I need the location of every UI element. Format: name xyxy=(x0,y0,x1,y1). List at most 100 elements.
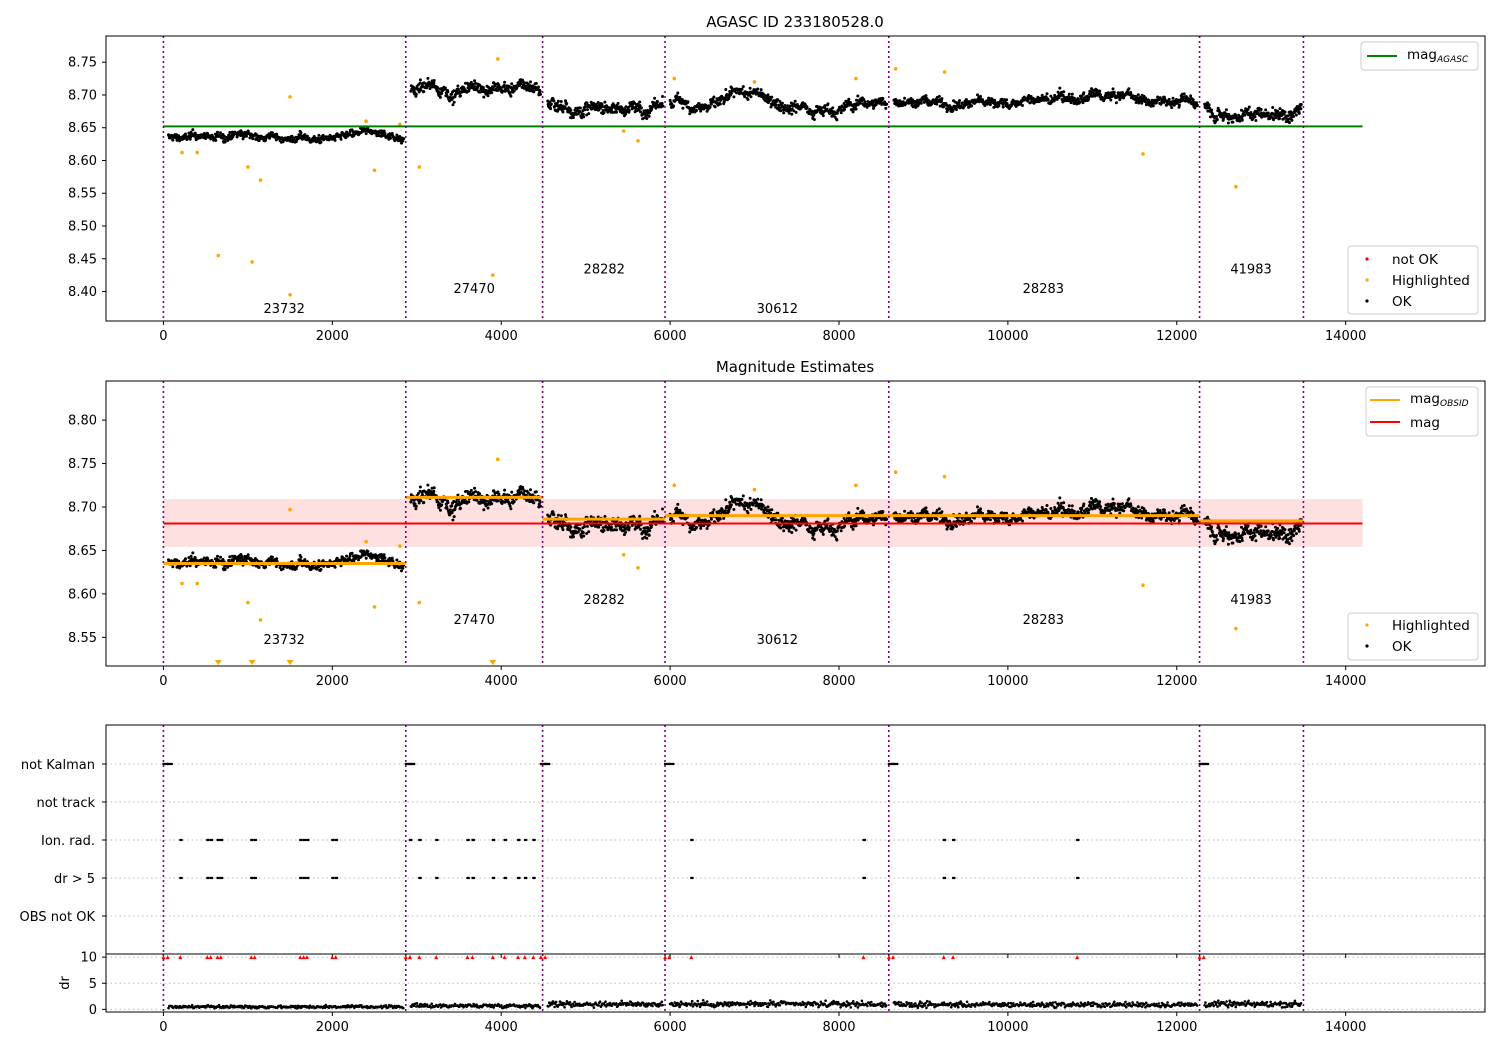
ok-point xyxy=(1127,87,1131,91)
ok-point xyxy=(761,504,765,508)
ok-point xyxy=(432,486,436,490)
ok-point xyxy=(675,508,679,512)
ok-point xyxy=(774,518,778,522)
ok-point xyxy=(851,110,855,114)
ok-point xyxy=(782,111,786,115)
ok-point xyxy=(270,131,274,135)
ok-point xyxy=(603,100,607,104)
ok-point xyxy=(637,525,641,529)
ok-point xyxy=(821,532,825,536)
ok-point xyxy=(1062,90,1066,94)
ok-point xyxy=(1177,103,1181,107)
ok-point xyxy=(988,518,992,522)
ok-point xyxy=(961,101,964,105)
ok-point xyxy=(766,505,770,509)
ok-point xyxy=(548,514,552,518)
ok-point xyxy=(854,524,858,528)
ok-point xyxy=(1299,103,1303,106)
ok-point xyxy=(532,501,536,505)
highlighted-point xyxy=(1141,152,1145,156)
ok-point xyxy=(661,507,664,511)
ok-point xyxy=(1062,501,1066,505)
ok-point xyxy=(438,508,442,512)
ok-point xyxy=(748,496,752,500)
y-tick-label: 8.45 xyxy=(68,252,97,267)
ok-point xyxy=(695,108,698,112)
ok-point xyxy=(1231,120,1235,124)
ok-point xyxy=(743,507,747,511)
ok-point xyxy=(317,559,321,563)
ok-point xyxy=(749,95,753,99)
ok-point xyxy=(473,486,477,490)
ok-point xyxy=(862,511,866,515)
ok-point xyxy=(189,554,193,558)
ok-point xyxy=(532,90,536,94)
ok-point xyxy=(997,519,1001,523)
ok-point xyxy=(564,513,567,517)
ok-point xyxy=(708,105,712,109)
ok-point xyxy=(858,101,862,105)
ok-point xyxy=(746,511,750,515)
ok-point xyxy=(214,565,218,569)
ok-point xyxy=(459,506,462,510)
ok-point xyxy=(184,132,187,136)
ok-point xyxy=(705,527,709,530)
legend-marker-highlighted xyxy=(1365,278,1369,282)
ok-point xyxy=(997,104,1001,108)
legend-marker-ok xyxy=(1365,299,1369,303)
ok-point xyxy=(647,533,651,537)
ok-point xyxy=(246,553,250,557)
ok-point xyxy=(615,110,618,114)
ok-point xyxy=(578,106,582,110)
ok-point xyxy=(1215,114,1218,118)
highlighted-point xyxy=(288,95,292,99)
ok-point xyxy=(1167,97,1171,101)
ok-point xyxy=(695,525,698,529)
panel-1-legend-top: magAGASC xyxy=(1360,41,1479,71)
ok-point xyxy=(748,86,752,90)
ok-point xyxy=(903,509,907,513)
ok-point xyxy=(556,513,560,517)
ok-point xyxy=(450,511,454,515)
ok-point xyxy=(510,82,514,86)
ok-point xyxy=(812,532,816,535)
ok-point xyxy=(1060,511,1064,515)
ok-point xyxy=(770,95,774,99)
ok-point xyxy=(839,529,843,533)
ok-point xyxy=(602,111,606,115)
ok-point xyxy=(382,553,386,557)
ok-point xyxy=(1136,505,1140,509)
ok-point xyxy=(794,110,798,114)
ok-point xyxy=(571,535,575,539)
ok-point xyxy=(881,97,885,101)
ok-point xyxy=(432,489,436,493)
ok-point xyxy=(770,508,774,512)
ok-point xyxy=(459,94,462,98)
ok-point xyxy=(639,106,643,110)
x-tick-label: 4000 xyxy=(485,329,518,344)
y-tick-label: 8.70 xyxy=(68,88,97,103)
ok-point xyxy=(826,517,830,521)
ok-point xyxy=(812,118,816,121)
ok-point xyxy=(851,527,855,531)
ok-point xyxy=(713,105,717,109)
ok-point xyxy=(854,107,858,111)
ok-point xyxy=(835,118,839,122)
ok-point xyxy=(251,137,255,141)
ok-point xyxy=(1029,507,1033,511)
ok-point xyxy=(223,140,227,144)
ok-point xyxy=(1189,94,1193,98)
ok-point xyxy=(482,508,486,512)
ok-point xyxy=(502,83,506,87)
ok-point xyxy=(333,565,337,569)
ok-point xyxy=(648,529,652,533)
ok-point xyxy=(508,504,512,508)
ok-point xyxy=(783,519,787,523)
ok-point xyxy=(366,550,370,553)
x-tick-label: 6000 xyxy=(654,329,687,344)
ok-point xyxy=(856,506,860,510)
ok-point xyxy=(958,99,961,102)
ok-point xyxy=(1098,89,1102,93)
ok-point xyxy=(638,514,642,518)
ok-point xyxy=(672,104,675,108)
